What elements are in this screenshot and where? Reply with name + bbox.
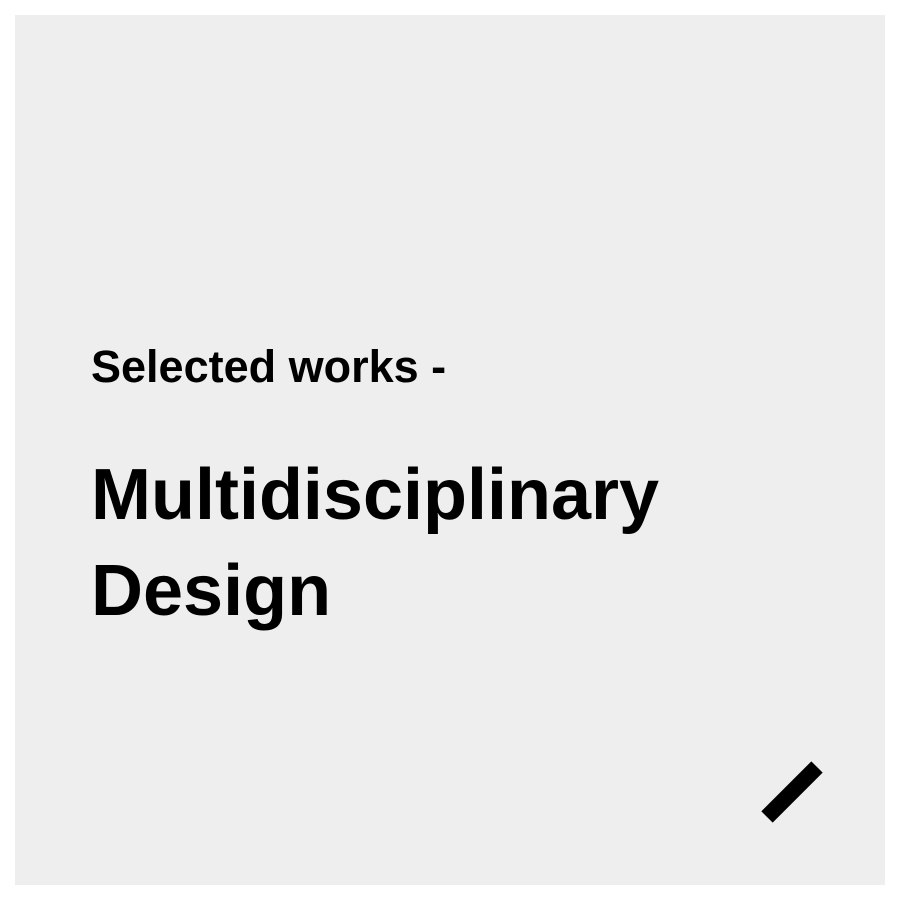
page-title: Multidisciplinary Design (91, 447, 659, 639)
title-line-1: Multidisciplinary (91, 455, 660, 535)
card-panel: Selected works - Multidisciplinary Desig… (15, 15, 885, 885)
diagonal-slash-icon (761, 761, 823, 823)
title-line-2: Design (91, 551, 332, 631)
section-subtitle: Selected works - (91, 341, 447, 392)
